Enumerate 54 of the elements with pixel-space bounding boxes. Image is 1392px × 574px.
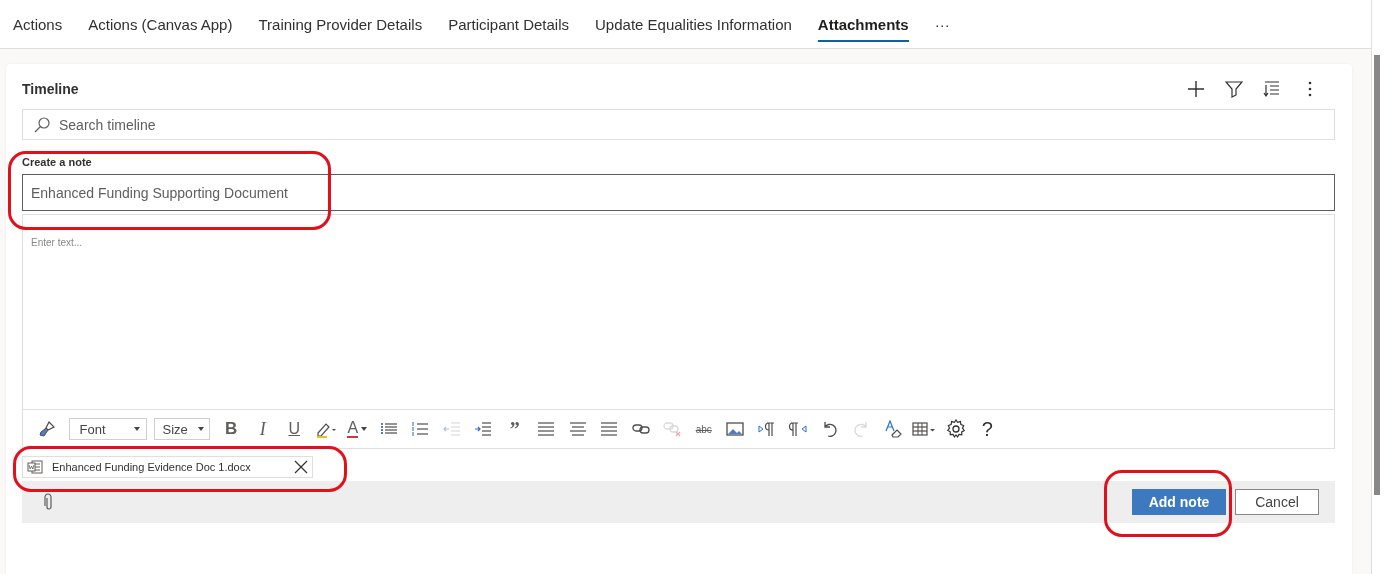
outdent-icon [442, 421, 461, 437]
filter-icon [1225, 80, 1243, 98]
help-button[interactable]: ? [971, 414, 1003, 444]
unlink-icon [663, 421, 682, 437]
search-icon [33, 116, 51, 134]
left-to-right-icon [757, 420, 776, 438]
undo-icon [821, 420, 838, 438]
field-label: Create a note [22, 156, 92, 168]
placeholder-text: Enter text... [31, 237, 83, 248]
note-title-field[interactable]: Enhanced Funding Supporting Document [22, 174, 1335, 211]
tab[interactable]: Update Equalities Information [582, 0, 805, 48]
quote-button[interactable]: ” [499, 414, 531, 444]
cancel-button[interactable]: Cancel [1235, 489, 1319, 515]
timeline-title: Timeline [22, 81, 79, 97]
italic-button[interactable]: I [247, 414, 279, 444]
bold-button[interactable]: B [215, 414, 247, 444]
align-left-icon [537, 422, 556, 436]
document-icon [27, 460, 43, 474]
tab[interactable]: Participant Details [435, 0, 583, 48]
tab[interactable]: Attachments [804, 0, 922, 48]
indent-icon [474, 421, 493, 437]
right-to-left-icon [789, 420, 808, 438]
image-icon [726, 421, 745, 437]
align-center-icon [568, 422, 587, 436]
redo-icon [853, 420, 870, 438]
settings-icon [945, 419, 966, 439]
font-color-button[interactable]: A [341, 414, 373, 444]
more-tabs-button[interactable]: ··· [921, 0, 963, 48]
align-right-icon [600, 422, 619, 436]
paperclip-icon [44, 493, 54, 511]
more-icon [1308, 81, 1312, 97]
brush-icon [37, 420, 56, 438]
sort-icon [1263, 80, 1281, 98]
strike-button[interactable]: abc [688, 414, 720, 444]
dropdown[interactable]: Size [153, 418, 210, 440]
dropdown[interactable]: Font [68, 418, 147, 440]
search-field[interactable]: Search timeline [22, 109, 1335, 140]
attach-button[interactable] [44, 493, 54, 511]
link-icon [631, 422, 650, 436]
numbered-list-icon [411, 421, 430, 437]
file-name: Enhanced Funding Evidence Doc 1.docx [52, 461, 252, 473]
note-editor[interactable]: Enter text... Font Size B I U A ” abc ? [22, 214, 1335, 449]
clear-formatting-icon [883, 420, 902, 438]
close-icon [294, 460, 308, 474]
tab[interactable]: Actions (Canvas App) [75, 0, 246, 48]
add-icon [1187, 80, 1205, 98]
table-icon [912, 421, 937, 437]
remove-button[interactable] [294, 460, 308, 474]
underline-button[interactable]: U [278, 414, 310, 444]
tab[interactable]: Training Provider Details [245, 0, 436, 48]
bulleted-list-icon [379, 421, 398, 437]
scrollbar-thumb[interactable] [1374, 55, 1380, 495]
add-note-button[interactable]: Add note [1132, 489, 1226, 515]
tab[interactable]: Actions [0, 0, 76, 48]
